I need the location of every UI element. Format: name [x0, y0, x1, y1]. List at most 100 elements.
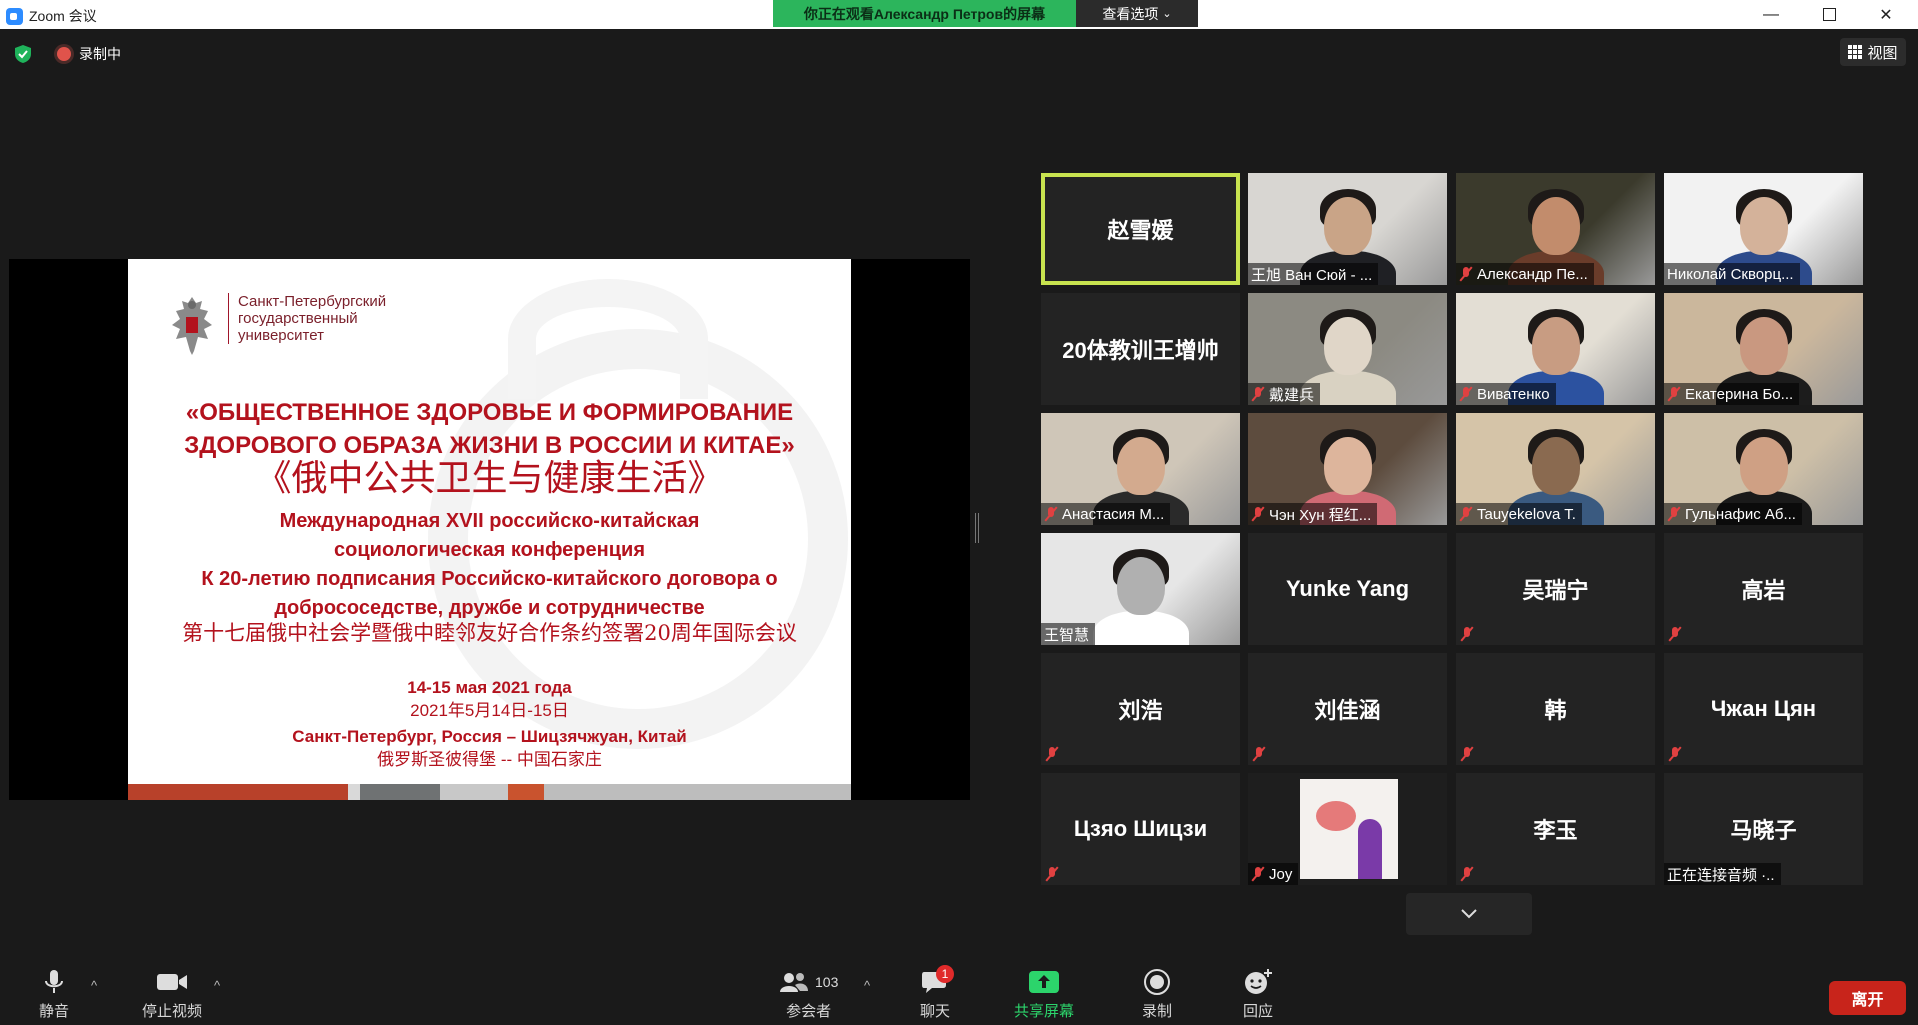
leave-button[interactable]: 离开 [1829, 981, 1906, 1015]
recording-label: 录制中 [79, 46, 121, 62]
participant-tile[interactable]: 刘浩 [1041, 653, 1240, 765]
microphone-icon [45, 970, 63, 993]
chat-button[interactable]: 1 聊天 [920, 965, 954, 1021]
slide-date-ru: 14-15 мая 2021 года [407, 678, 572, 697]
participant-tile[interactable]: Екатерина Бо... [1664, 293, 1863, 405]
participant-tile[interactable]: Чэн Хун 程红... [1248, 413, 1447, 525]
participant-tile[interactable]: 马晓子 正在连接音频 ·.. [1664, 773, 1863, 885]
mute-button[interactable]: 静音 [39, 968, 69, 1021]
participant-tile[interactable]: 李玉 [1456, 773, 1655, 885]
view-button[interactable]: 视图 [1840, 38, 1906, 66]
meeting-toolbar [0, 952, 1918, 1025]
slide-footer-bar [128, 784, 851, 800]
participant-tile[interactable]: 吴瑞宁 [1456, 533, 1655, 645]
mute-label: 静音 [39, 1003, 70, 1020]
view-options-button[interactable]: 查看选项 ⌄ [1076, 0, 1198, 27]
participant-tile[interactable]: Николай Скворц... [1664, 173, 1863, 285]
participant-tile[interactable]: Tauyekelova T. [1456, 413, 1655, 525]
audio-options-caret-icon[interactable]: ^ [91, 978, 97, 993]
person-face [1324, 437, 1372, 495]
participant-tile[interactable]: Виватенко [1456, 293, 1655, 405]
participant-tile[interactable]: 王旭 Ван Сюй - ... [1248, 173, 1447, 285]
participant-tile[interactable]: Гульнафис Аб... [1664, 413, 1863, 525]
participant-name-label: Анастасия М... [1041, 503, 1171, 525]
participant-name-center: 吴瑞宁 [1522, 578, 1589, 603]
window-title: Zoom 会议 [29, 8, 97, 24]
participant-name-label: Екатерина Бо... [1664, 383, 1800, 405]
footer-bar-segment [508, 784, 544, 800]
participant-name-center: 刘佳涵 [1314, 698, 1381, 723]
participant-tile[interactable]: Чжан Цян [1664, 653, 1863, 765]
footer-bar-segment [348, 784, 360, 800]
participants-button[interactable]: 103 参会者 [779, 968, 838, 1021]
record-icon [1144, 969, 1170, 995]
video-options-caret-icon[interactable]: ^ [214, 978, 220, 993]
reactions-label: 回应 [1243, 1003, 1274, 1020]
participant-name: Joy [1269, 865, 1293, 883]
participant-tile[interactable]: 赵雪媛 [1041, 173, 1240, 285]
participant-tile[interactable]: Анастасия М... [1041, 413, 1240, 525]
participant-name: Tauyekelova T. [1477, 505, 1576, 523]
reactions-button[interactable]: 回应 [1243, 968, 1273, 1021]
record-label: 录制 [1142, 1003, 1173, 1020]
muted-microphone-icon [1667, 506, 1681, 522]
participant-name: Николай Скворц... [1667, 265, 1794, 283]
record-button[interactable]: 录制 [1142, 968, 1172, 1021]
participant-tile[interactable]: Joy [1248, 773, 1447, 885]
stop-video-label: 停止视频 [142, 1003, 203, 1020]
participant-name-label: Tauyekelova T. [1456, 503, 1582, 525]
recording-indicator[interactable]: 录制中 [57, 44, 121, 64]
chat-label: 聊天 [920, 1003, 951, 1020]
encryption-shield-icon[interactable] [14, 44, 32, 64]
participants-caret-icon[interactable]: ^ [864, 978, 870, 993]
person-face [1324, 197, 1372, 255]
muted-microphone-icon [1251, 386, 1265, 402]
screen-share-banner: 你正在观看Александр Петров的屏幕 查看选项 ⌄ [773, 0, 1198, 27]
restore-icon [1822, 8, 1836, 21]
university-crest-icon [172, 297, 212, 355]
participant-tile[interactable]: 戴建兵 [1248, 293, 1447, 405]
muted-microphone-icon [1668, 626, 1682, 642]
next-page-button[interactable] [1406, 893, 1532, 935]
participant-tile[interactable]: Yunke Yang [1248, 533, 1447, 645]
stop-video-button[interactable]: 停止视频 [142, 968, 202, 1021]
participant-tile[interactable]: 韩 [1456, 653, 1655, 765]
participant-tile[interactable]: Александр Пе... [1456, 173, 1655, 285]
chat-unread-badge: 1 [936, 965, 954, 983]
watermark-crown [508, 279, 708, 399]
participant-name-label: Александр Пе... [1456, 263, 1594, 285]
minimize-button[interactable]: — [1743, 0, 1799, 29]
share-screen-button[interactable]: 共享屏幕 [1014, 968, 1074, 1021]
grid-view-icon [1848, 45, 1863, 59]
participant-tile[interactable]: Цзяо Шицзи [1041, 773, 1240, 885]
participant-name-label: Гульнафис Аб... [1664, 503, 1802, 525]
university-header: Санкт-Петербургский государственный унив… [164, 293, 386, 359]
person-face [1324, 317, 1372, 375]
slide-conference-cn: 第十七届俄中社会学暨俄中睦邻友好合作条约签署20周年国际会议 [182, 621, 797, 645]
panel-resize-handle[interactable] [975, 513, 979, 543]
participants-count: 103 [815, 974, 839, 990]
share-screen-icon [1029, 971, 1059, 993]
participant-name: 王智慧 [1044, 626, 1090, 644]
footer-bar-segment [360, 784, 440, 800]
participant-tile[interactable]: 王智慧 [1041, 533, 1240, 645]
close-button[interactable]: ✕ [1858, 0, 1914, 29]
participant-name: Гульнафис Аб... [1685, 505, 1796, 523]
muted-microphone-icon [1251, 866, 1265, 882]
video-frame [1300, 779, 1398, 879]
presentation-slide: Санкт-Петербургский государственный унив… [128, 259, 851, 800]
participant-name-label: 正在连接音频 ·.. [1664, 863, 1781, 885]
participant-tile[interactable]: 刘佳涵 [1248, 653, 1447, 765]
muted-microphone-icon [1045, 746, 1059, 762]
person-face [1740, 437, 1788, 495]
participant-tile[interactable]: 20体教训王增帅 [1041, 293, 1240, 405]
participant-tile[interactable]: 高岩 [1664, 533, 1863, 645]
participant-name-center: 韩 [1544, 698, 1567, 723]
smiley-plus-icon [1245, 969, 1272, 994]
slide-date-cn: 2021年5月14日-15日 [410, 701, 569, 720]
person-face [1740, 317, 1788, 375]
maximize-button[interactable] [1801, 0, 1857, 29]
close-icon: ✕ [1879, 6, 1893, 24]
participant-name-label: 戴建兵 [1248, 383, 1321, 405]
viewing-screen-label: 你正在观看Александр Петров的屏幕 [773, 0, 1076, 27]
